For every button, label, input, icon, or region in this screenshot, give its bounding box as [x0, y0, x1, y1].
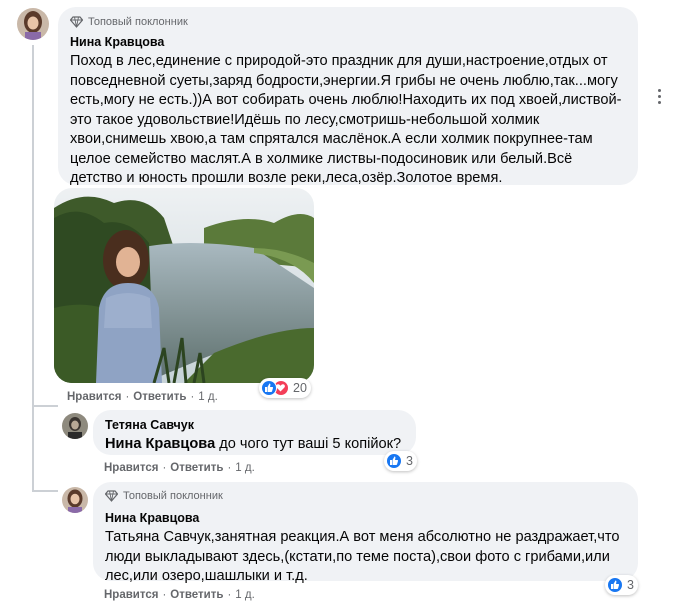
reactions-summary[interactable]: 20 — [259, 378, 311, 398]
like-reaction-icon — [261, 380, 277, 396]
like-link[interactable]: Нравится — [67, 391, 121, 403]
comment-text: Поход в лес,единение с природой-это праз… — [70, 52, 626, 189]
comment-text-line: хвои,снимешь хвою,а там спрятался маслён… — [70, 131, 593, 147]
reply-actions: Нравится · Ответить · 1 д. — [104, 589, 255, 601]
like-reaction-icon — [607, 577, 623, 593]
badge-label: Топовый поклонник — [88, 16, 188, 28]
reply-link[interactable]: Ответить — [133, 391, 186, 403]
reply-bubble: Тетяна Савчук Нина Кравцова до чого тут … — [93, 410, 416, 455]
reply-text: Татьяна Савчук,занятная реакция.А вот ме… — [105, 528, 626, 587]
badge-label: Топовый поклонник — [123, 490, 223, 502]
reply-text-body: до чого тут ваші 5 копійок? — [215, 436, 402, 452]
reaction-count: 20 — [293, 381, 307, 395]
separator: · — [162, 589, 167, 601]
reactions-summary[interactable]: 3 — [605, 575, 638, 595]
timestamp-link[interactable]: 1 д. — [198, 391, 218, 403]
comment-text-line: детство и юность прошли возле реки,леса,… — [70, 170, 503, 186]
thread-connector — [32, 45, 34, 492]
gem-badge-icon — [104, 490, 119, 502]
avatar-nina[interactable] — [62, 487, 88, 513]
thread-connector — [32, 490, 58, 492]
reply-bubble: Топовый поклонник Нина Кравцова Татьяна … — [93, 482, 638, 584]
timestamp-link[interactable]: 1 д. — [235, 589, 255, 601]
more-options-icon — [657, 87, 661, 105]
avatar-tetyana[interactable] — [62, 413, 88, 439]
reply-link[interactable]: Ответить — [170, 589, 223, 601]
gem-badge-icon — [69, 16, 84, 28]
like-link[interactable]: Нравится — [104, 462, 158, 474]
thread-connector — [32, 405, 58, 407]
reply-author[interactable]: Нина Кравцова — [105, 510, 626, 526]
comment-actions: Нравится · Ответить · 1 д. — [67, 391, 218, 403]
comment-text-line: повседневной суеты,заряд бодрости,энерги… — [70, 72, 618, 89]
separator: · — [227, 462, 232, 474]
top-fan-badge: Топовый поклонник — [104, 489, 626, 503]
separator: · — [125, 391, 130, 403]
like-reaction-icon — [386, 453, 402, 469]
separator: · — [227, 589, 232, 601]
comment-text-line: это такое удовольствие!Идёшь по лесу,смо… — [70, 111, 540, 128]
comment-text-line: целое семейство маслят.А в холмике листв… — [70, 150, 573, 167]
separator: · — [190, 391, 195, 403]
reply-text-line: Татьяна Савчук,занятная реакция.А вот ме… — [105, 529, 620, 545]
comment-text-line: есть,могу не есть.))А вот собирать очень… — [70, 92, 622, 108]
more-options-button[interactable] — [647, 84, 671, 108]
mention-link[interactable]: Нина Кравцова — [105, 436, 215, 452]
timestamp-link[interactable]: 1 д. — [235, 462, 255, 474]
comment-author[interactable]: Нина Кравцова — [70, 34, 626, 50]
reply-author[interactable]: Тетяна Савчук — [105, 417, 404, 433]
reply-text-line: лес,или озеро,шашлыки и т.д. — [105, 568, 308, 584]
reply-actions: Нравится · Ответить · 1 д. — [104, 462, 255, 474]
reaction-count: 3 — [627, 578, 634, 592]
reactions-summary[interactable]: 3 — [384, 451, 417, 471]
separator: · — [162, 462, 167, 474]
comment-text-line: Поход в лес,единение с природой-это праз… — [70, 53, 608, 69]
reply-link[interactable]: Ответить — [170, 462, 223, 474]
like-link[interactable]: Нравится — [104, 589, 158, 601]
reaction-count: 3 — [406, 454, 413, 468]
comment-photo[interactable] — [54, 188, 314, 383]
avatar-nina[interactable] — [17, 8, 49, 40]
reply-text: Нина Кравцова до чого тут ваші 5 копійок… — [105, 435, 404, 455]
top-fan-badge: Топовый поклонник — [69, 15, 626, 29]
comment-bubble: Топовый поклонник Нина Кравцова Поход в … — [58, 7, 638, 186]
reply-text-line: люди выкладывают здесь,(кстати,по теме п… — [105, 548, 610, 565]
